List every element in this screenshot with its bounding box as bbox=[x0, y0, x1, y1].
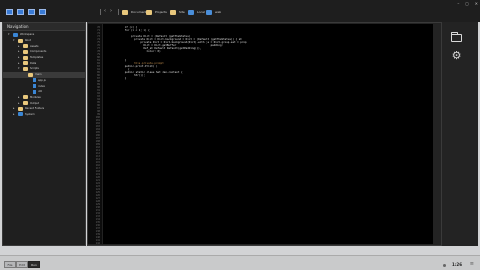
close-button[interactable]: ✕ bbox=[475, 0, 478, 7]
tree-item-label: Templates bbox=[30, 56, 44, 60]
back-button[interactable]: ‹ bbox=[104, 8, 106, 14]
expand-toggle-icon[interactable]: ▸ bbox=[18, 101, 21, 105]
expand-toggle-icon[interactable]: ▾ bbox=[8, 33, 11, 36]
maximize-button[interactable]: ◻ bbox=[465, 0, 468, 7]
folder-icon bbox=[146, 9, 152, 15]
code-editor[interactable]: 70 71 72 73 74 75 76 77 78 79 80 81 82 83 84 85 86 87 88 89… bbox=[88, 24, 433, 245]
toolbar-save-icon[interactable] bbox=[17, 9, 24, 15]
file-button[interactable]: File bbox=[4, 261, 16, 268]
folder-icon bbox=[23, 95, 28, 100]
toolbar-separator bbox=[118, 9, 119, 15]
code-line: for (i < 1; i) { bbox=[106, 29, 150, 32]
status-time: 1:26 bbox=[452, 262, 462, 267]
breadcrumb-item[interactable]: web bbox=[206, 9, 221, 15]
tree-item-label: Components bbox=[30, 50, 47, 54]
breadcrumb-item[interactable]: Site bbox=[170, 9, 185, 15]
status-indicator-icon bbox=[443, 264, 446, 267]
folder-icon bbox=[28, 72, 33, 77]
tree-item-label: Scripts bbox=[30, 67, 39, 71]
tree-item-label: System bbox=[25, 112, 35, 116]
computer-icon bbox=[206, 9, 212, 15]
forward-button[interactable]: › bbox=[110, 8, 112, 14]
expand-toggle-icon[interactable]: ▾ bbox=[13, 39, 16, 42]
computer-icon bbox=[188, 9, 194, 15]
tree-item-label: util bbox=[38, 90, 43, 94]
folder-icon[interactable] bbox=[451, 32, 462, 42]
folder-icon bbox=[18, 38, 23, 43]
folder-icon bbox=[23, 66, 28, 71]
breadcrumb-item[interactable]: Local bbox=[188, 9, 205, 15]
folder-icon bbox=[170, 9, 176, 15]
tree-item[interactable]: ▸ System bbox=[3, 112, 85, 118]
folder-icon bbox=[122, 9, 128, 15]
tree-item-label: app.js bbox=[38, 78, 46, 82]
navigation-panel: Navigation ▾ Workspace ▾ Root ▸ Assets ▸ Compon… bbox=[2, 22, 86, 246]
tree-item-label: index bbox=[38, 84, 46, 88]
expand-toggle-icon[interactable]: ▸ bbox=[18, 44, 21, 48]
tree-item-label: Data bbox=[30, 61, 37, 65]
file-icon bbox=[33, 78, 36, 83]
toolbar-print-icon[interactable] bbox=[39, 9, 46, 15]
expand-toggle-icon[interactable]: ▸ bbox=[18, 61, 21, 65]
code-line: Color: 0) bbox=[106, 50, 161, 53]
minimize-button[interactable]: – bbox=[457, 0, 459, 7]
window-controls: – ◻ ✕ bbox=[457, 0, 478, 7]
folder-icon bbox=[18, 106, 23, 111]
breadcrumb-item[interactable]: Documents bbox=[122, 9, 148, 15]
tree-item-label: Workspace bbox=[20, 33, 35, 37]
code-line: } bbox=[106, 77, 127, 80]
tree-item-label: Recent Folders bbox=[25, 107, 45, 111]
tree-item-label: Modules bbox=[30, 95, 41, 99]
tree-item-label: Assets bbox=[30, 44, 39, 48]
folder-icon bbox=[23, 61, 28, 66]
tree-item-label: Root bbox=[25, 39, 31, 43]
drive-icon bbox=[13, 32, 18, 37]
tree-item-label: main bbox=[35, 73, 42, 77]
expand-toggle-icon[interactable]: ▸ bbox=[18, 50, 21, 53]
breadcrumb-item[interactable]: Projects bbox=[146, 9, 167, 15]
expand-toggle-icon[interactable]: ▸ bbox=[13, 107, 16, 110]
gear-icon[interactable]: ⚙ bbox=[451, 50, 462, 61]
file-icon bbox=[33, 84, 36, 89]
folder-icon bbox=[23, 49, 28, 54]
expand-toggle-icon[interactable]: ▾ bbox=[18, 67, 21, 70]
toolbar-open-icon[interactable] bbox=[28, 9, 35, 15]
tree-item-label: Output bbox=[30, 101, 40, 105]
expand-toggle-icon[interactable]: ▸ bbox=[18, 56, 21, 59]
run-button[interactable]: Run bbox=[28, 261, 40, 268]
folder-icon bbox=[23, 55, 28, 60]
status-bar: File Edit Run 1:26 ≡ bbox=[0, 255, 480, 270]
menu-icon[interactable]: ≡ bbox=[470, 261, 474, 267]
toolbar-separator bbox=[100, 9, 101, 15]
expand-toggle-icon[interactable]: ▸ bbox=[18, 95, 21, 99]
folder-icon bbox=[23, 101, 28, 106]
title-toolbar: – ◻ ✕ ‹ › Documents Projects Site Local … bbox=[0, 0, 480, 22]
edit-button[interactable]: Edit bbox=[16, 261, 28, 268]
file-icon bbox=[33, 89, 36, 94]
drive-icon bbox=[18, 112, 23, 117]
expand-toggle-icon[interactable]: ▸ bbox=[13, 112, 16, 116]
code-area[interactable]: if (c) { for (i < 1; i) { private Dict =… bbox=[88, 24, 433, 244]
folder-icon bbox=[23, 44, 28, 49]
folder-tree: ▾ Workspace ▾ Root ▸ Assets ▸ Components ▸ Templa… bbox=[3, 31, 85, 117]
navigation-title: Navigation bbox=[3, 23, 85, 31]
toolbar-app-icon[interactable] bbox=[6, 9, 13, 15]
